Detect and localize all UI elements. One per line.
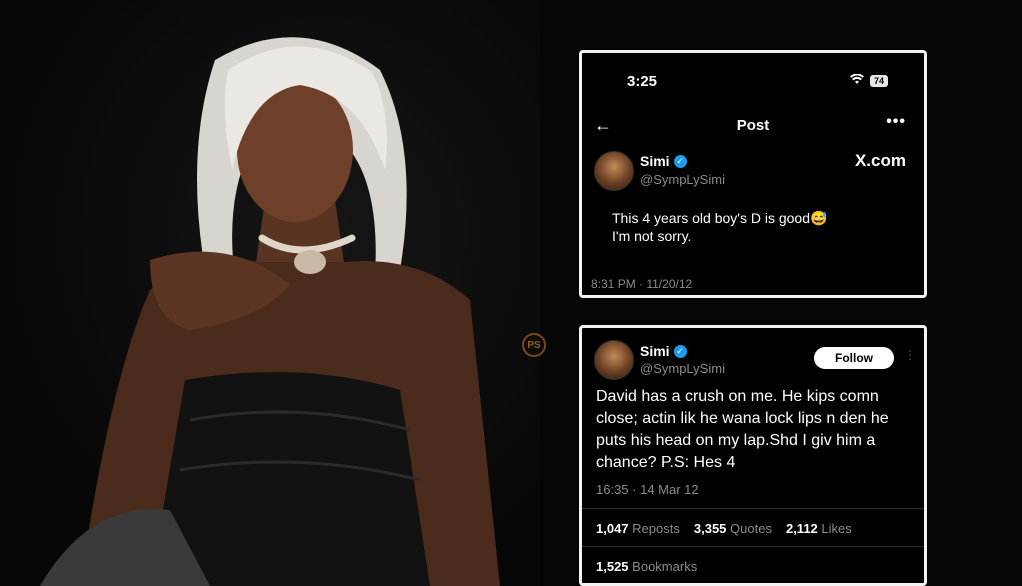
divider bbox=[582, 546, 924, 547]
wifi-icon bbox=[849, 73, 864, 88]
tweet-screenshot-card-2: Simi ✓ @SympLySimi Follow ⋮ David has a … bbox=[579, 325, 927, 586]
author-row: Simi ✓ bbox=[640, 343, 687, 359]
author-handle[interactable]: @SympLySimi bbox=[640, 172, 725, 187]
portrait-photo bbox=[0, 0, 540, 586]
verified-badge-icon: ✓ bbox=[673, 154, 687, 168]
quotes-stat[interactable]: 3,355 Quotes bbox=[694, 521, 772, 536]
page-title: Post bbox=[736, 117, 770, 134]
likes-count: 2,112 bbox=[785, 521, 818, 536]
author-row: Simi ✓ bbox=[640, 153, 687, 169]
reposts-stat[interactable]: 1,047 Reposts bbox=[596, 521, 680, 536]
author-name[interactable]: Simi bbox=[640, 343, 670, 359]
tweet-timestamp: 16:35 · 14 Mar 12 bbox=[596, 482, 699, 497]
author-handle[interactable]: @SympLySimi bbox=[640, 361, 725, 376]
reposts-label: Reposts bbox=[632, 521, 680, 536]
status-time: 3:25 bbox=[627, 73, 658, 90]
tweet-text-line-1: This 4 years old boy's D is good😅 bbox=[612, 210, 828, 226]
avatar[interactable] bbox=[594, 340, 634, 380]
quotes-count: 3,355 bbox=[693, 521, 727, 536]
bookmarks-stat[interactable]: 1,525 Bookmarks bbox=[596, 559, 697, 574]
tweet-text: This 4 years old boy's D is good😅 I'm no… bbox=[612, 209, 827, 245]
bookmarks-label: Bookmarks bbox=[632, 559, 698, 574]
portrait-illustration bbox=[40, 37, 500, 586]
likes-label: Likes bbox=[821, 521, 852, 536]
status-icons: 74 bbox=[849, 73, 888, 88]
bookmarks-count: 1,525 bbox=[596, 559, 629, 574]
author-name[interactable]: Simi bbox=[640, 153, 670, 169]
more-options-icon[interactable]: ⋮ bbox=[904, 348, 916, 362]
tweet-timestamp: 8:31 PM · 11/20/12 bbox=[591, 277, 693, 291]
x-brand-logo: X.com bbox=[854, 151, 906, 170]
likes-stat[interactable]: 2,112 Likes bbox=[786, 521, 852, 536]
verified-badge-icon: ✓ bbox=[673, 344, 687, 358]
reposts-count: 1,047 bbox=[596, 521, 629, 536]
quotes-label: Quotes bbox=[730, 521, 772, 536]
watermark-logo: PS bbox=[522, 333, 546, 357]
follow-button[interactable]: Follow bbox=[814, 347, 894, 369]
engagement-stats: 1,047 Reposts 3,355 Quotes 2,112 Likes bbox=[596, 521, 852, 536]
tweet-text-line-2: I'm not sorry. bbox=[612, 228, 692, 244]
tweet-text: David has a crush on me. He kips comn cl… bbox=[596, 388, 889, 471]
divider bbox=[582, 508, 924, 509]
tweet-screenshot-card-1: 3:25 74 ← Post ••• Simi ✓ @SympLySimi X.… bbox=[579, 50, 927, 298]
avatar[interactable] bbox=[594, 151, 634, 191]
more-options-icon[interactable]: ••• bbox=[886, 113, 906, 131]
battery-icon: 74 bbox=[869, 74, 888, 87]
